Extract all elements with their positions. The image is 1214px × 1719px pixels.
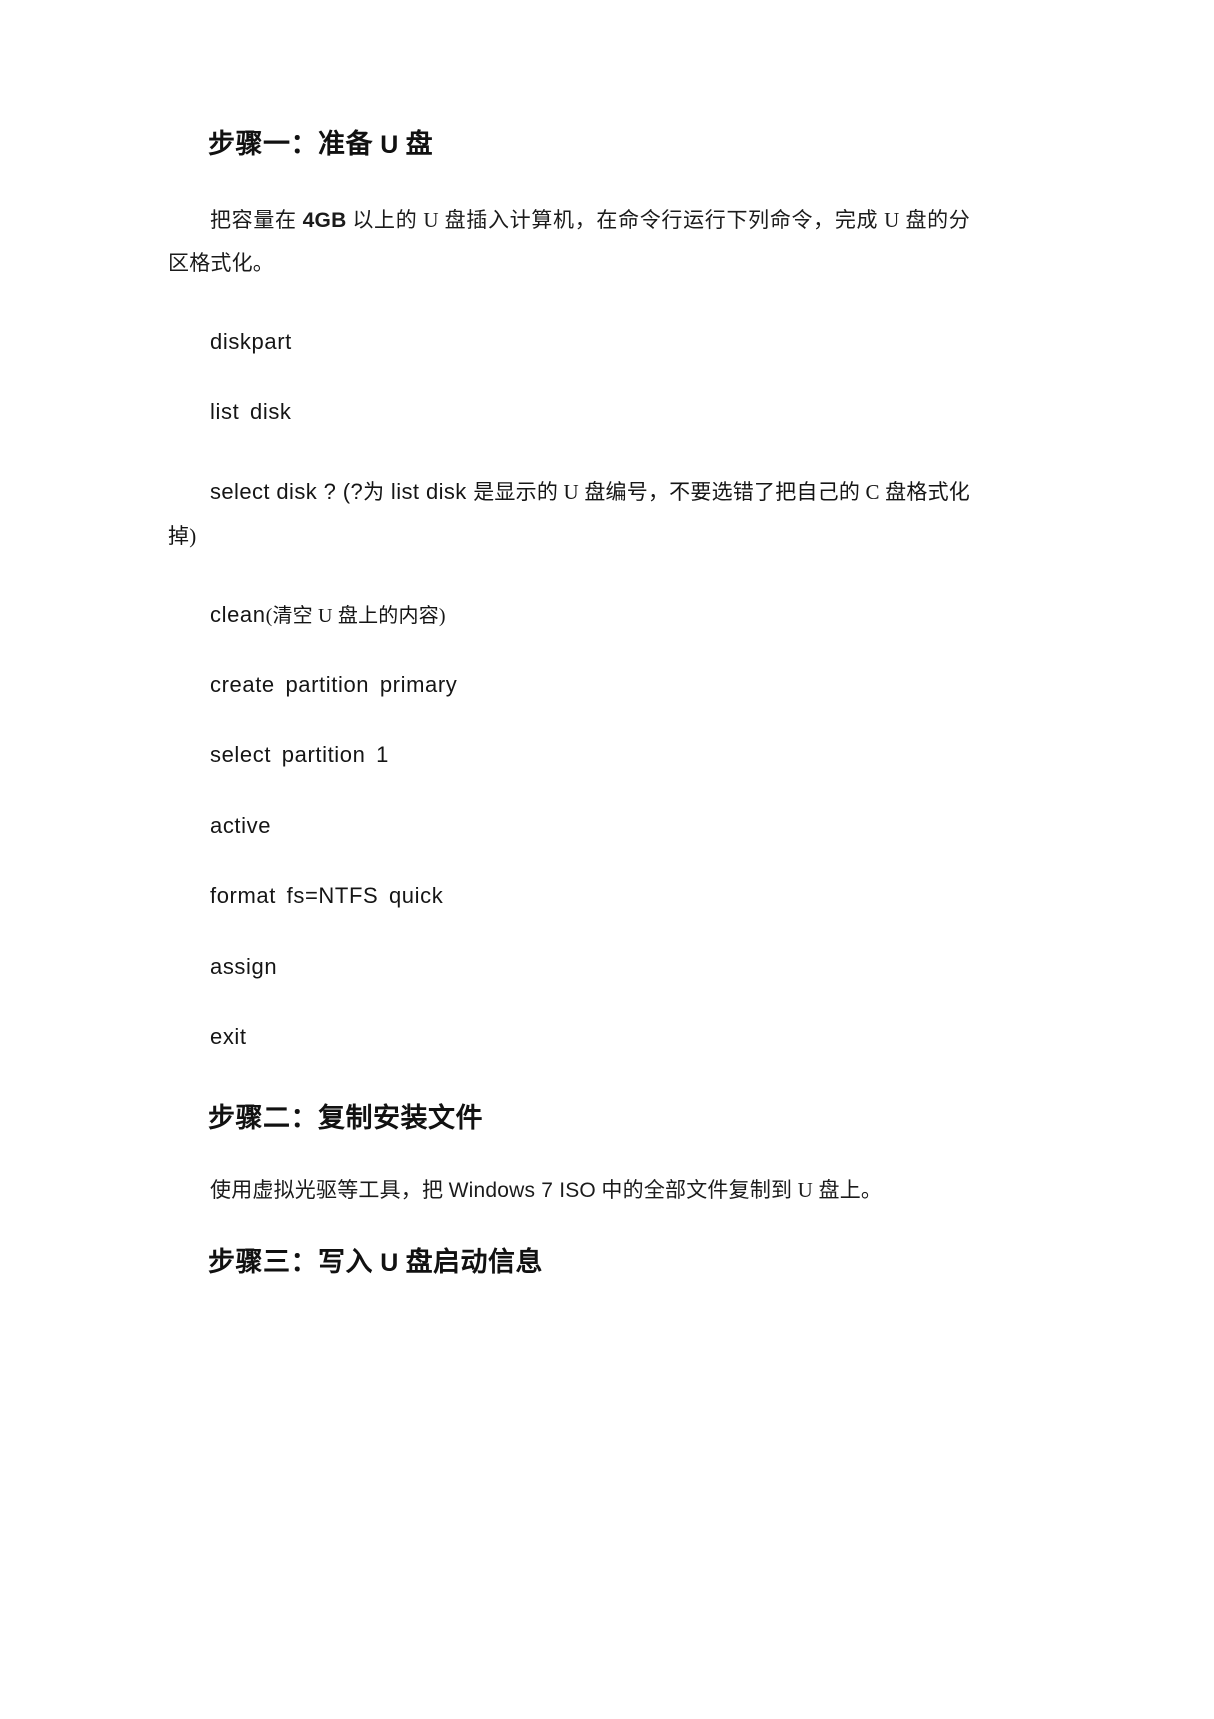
step2-rest-text: 中的全部文件复制到 U 盘上。 (595, 1177, 883, 1202)
select-disk-note-latin: list disk (384, 478, 474, 504)
heading-step-1-u-label: U (380, 131, 399, 159)
heading-step-2: 步骤二：复制安装文件 (208, 1103, 483, 1134)
step2-iso-name: Windows 7 ISO (448, 1178, 596, 1202)
command-select-disk: select disk ? (?为 list disk 是显示的 U 盘编号，不… (168, 470, 970, 558)
heading-step-3-u-label: U (380, 1248, 399, 1277)
document-page: 步骤一：准备 U 盘 把容量在 4GB 以上的 U 盘插入计算机，在命令行运行下… (0, 0, 1214, 1719)
document-body: 步骤一：准备 U 盘 把容量在 4GB 以上的 U 盘插入计算机，在命令行运行下… (168, 126, 970, 1281)
command-list-disk: list disk (210, 399, 292, 425)
command-diskpart: diskpart (210, 328, 292, 354)
step2-lead-text: 使用虚拟光驱等工具，把 (210, 1177, 449, 1202)
heading-step-1: 步骤一：准备 U 盘 (168, 126, 970, 163)
select-disk-note-a: 为 (363, 479, 385, 504)
heading-step-3-suffix: 盘启动信息 (398, 1246, 544, 1277)
command-format-ntfs: format fs=NTFS quick (210, 883, 444, 909)
command-assign: assign (210, 953, 278, 979)
heading-step-1-suffix: 盘 (398, 129, 434, 159)
paragraph-step-1-intro: 把容量在 4GB 以上的 U 盘插入计算机，在命令行运行下列命令，完成 U 盘的… (168, 199, 970, 285)
command-select-partition-1: select partition 1 (210, 742, 389, 768)
select-disk-command: select disk ? (? (210, 478, 364, 504)
heading-step-3: 步骤三：写入 U 盘启动信息 (168, 1244, 970, 1281)
intro-lead-text: 把容量在 (210, 207, 303, 232)
clean-note: (清空 U 盘上的内容) (265, 604, 446, 627)
heading-step-3-prefix: 步骤三：写入 (208, 1246, 381, 1277)
intro-capacity-value: 4GB (302, 208, 347, 232)
heading-step-1-prefix: 步骤一：准备 (208, 129, 381, 159)
command-create-partition-primary: create partition primary (210, 672, 458, 698)
command-clean: clean(清空 U 盘上的内容) (168, 602, 970, 628)
paragraph-step-2-body: 使用虚拟光驱等工具，把 Windows 7 ISO 中的全部文件复制到 U 盘上… (168, 1169, 970, 1212)
command-exit: exit (210, 1023, 247, 1049)
command-active: active (210, 812, 272, 838)
clean-command: clean (210, 601, 266, 627)
